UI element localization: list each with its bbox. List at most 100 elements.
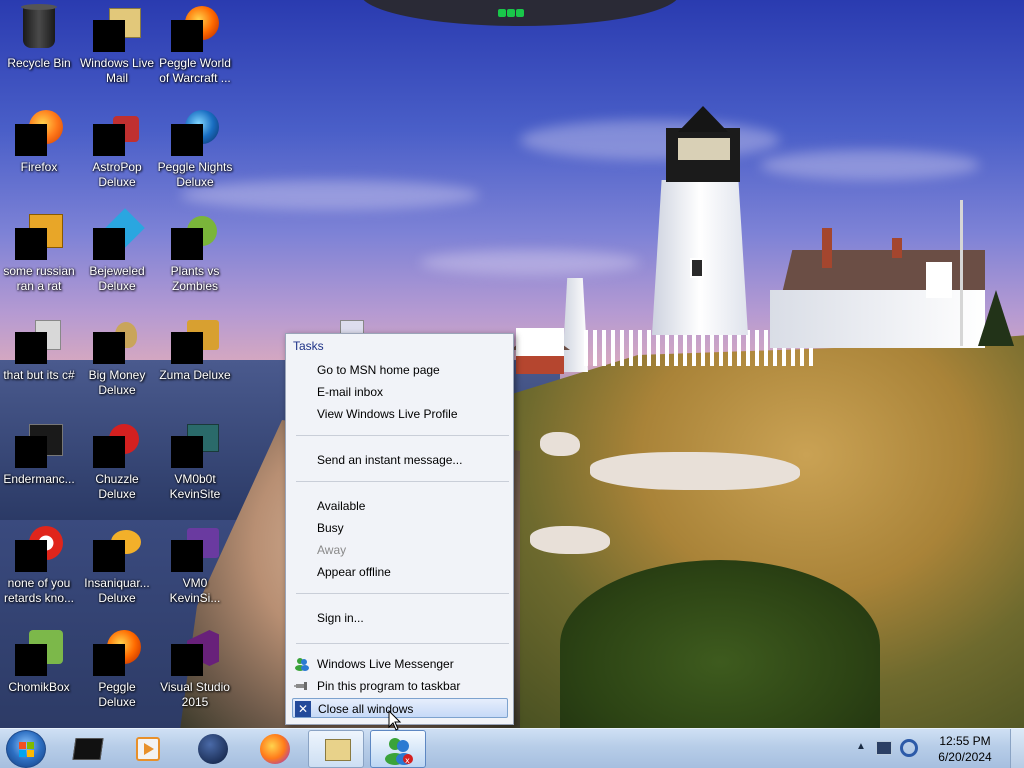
bejeweled-icon <box>93 208 145 260</box>
messenger-icon <box>294 656 310 672</box>
menu-item-email-inbox[interactable]: E-mail inbox <box>317 382 383 402</box>
mouse-cursor-icon <box>388 710 402 731</box>
icon-label: none of you retards kno... <box>3 576 75 605</box>
clock-date: 6/20/2024 <box>938 750 992 764</box>
menu-separator <box>296 643 509 644</box>
icon-label: Endermanc... <box>3 472 75 486</box>
start-button[interactable] <box>6 730 46 768</box>
menu-item-label: Windows Live Messenger <box>317 657 454 671</box>
desktop-icon-chuzzle-deluxe[interactable]: Chuzzle Deluxe <box>78 420 156 502</box>
menu-item-send-instant-message[interactable]: Send an instant message... <box>317 450 462 470</box>
app-icon <box>15 524 63 572</box>
menu-separator <box>296 435 509 436</box>
taskbar-button-cmd[interactable] <box>60 730 116 768</box>
app-icon <box>15 316 63 364</box>
clock-time: 12:55 PM <box>939 734 991 748</box>
icon-label: Windows Live Mail <box>79 56 155 85</box>
desktop-icon-zuma-deluxe[interactable]: Zuma Deluxe <box>156 316 234 383</box>
desktop-icon-astropop-deluxe[interactable]: AstroPop Deluxe <box>78 108 156 190</box>
menu-item-sign-in[interactable]: Sign in... <box>317 608 364 628</box>
chuzzle-icon <box>93 420 141 468</box>
desktop-icon-vm0b0t-kevinsite[interactable]: VM0b0t KevinSite <box>156 420 234 502</box>
menu-item-status-available[interactable]: Available <box>317 496 365 516</box>
svg-text:x: x <box>405 756 410 765</box>
globe-icon <box>196 734 228 764</box>
icon-label: Peggle World of Warcraft ... <box>159 56 231 85</box>
mail-icon <box>93 4 141 52</box>
visual-studio-icon <box>171 628 219 676</box>
icon-label: Plants vs Zombies <box>170 264 220 293</box>
icon-label: Recycle Bin <box>7 56 71 70</box>
desktop-icon-windows-live-mail[interactable]: Windows Live Mail <box>78 4 156 86</box>
icon-label: ChomikBox <box>8 680 70 694</box>
mail-icon <box>321 735 353 765</box>
desktop-icon-none-of-you-retards[interactable]: none of you retards kno... <box>0 524 78 606</box>
windows-live-messenger-jump-list: Tasks Go to MSN home page E-mail inbox V… <box>285 333 514 725</box>
desktop-icon-peggle-world-of-warcraft[interactable]: Peggle World of Warcraft ... <box>156 4 234 86</box>
icon-label: VM0b0t KevinSite <box>169 472 221 501</box>
menu-item-open-messenger[interactable]: Windows Live Messenger <box>292 654 508 674</box>
menu-item-go-to-msn[interactable]: Go to MSN home page <box>317 360 440 380</box>
icon-label: Chuzzle Deluxe <box>95 472 139 501</box>
tasks-header: Tasks <box>293 339 324 353</box>
icon-label: Insaniquar... Deluxe <box>84 576 150 605</box>
show-desktop-button[interactable] <box>1010 729 1024 768</box>
media-player-icon <box>132 734 164 764</box>
desktop-icon-recycle-bin[interactable]: Recycle Bin <box>0 4 78 71</box>
astropop-icon <box>93 108 141 156</box>
cmd-window-icon <box>72 734 104 764</box>
network-icon[interactable] <box>876 741 892 755</box>
taskbar-button-windows-live-messenger[interactable]: x <box>370 730 426 768</box>
desktop-icon-visual-studio-2015[interactable]: Visual Studio 2015 <box>156 628 234 710</box>
taskbar-button-firefox[interactable] <box>246 730 302 768</box>
menu-item-status-busy[interactable]: Busy <box>317 518 344 538</box>
app-icon <box>15 420 63 468</box>
icon-label: Peggle Nights Deluxe <box>157 160 233 189</box>
hidden-desktop-icon <box>340 320 364 334</box>
taskbar-button-globe-app[interactable] <box>184 730 240 768</box>
peggle-nights-icon <box>171 108 219 156</box>
icon-label: that but its c# <box>3 368 75 382</box>
windows-logo-icon <box>19 742 35 758</box>
menu-item-view-profile[interactable]: View Windows Live Profile <box>317 404 458 424</box>
icon-label: VM0 KevinSi... <box>169 576 221 605</box>
desktop-icon-peggle-deluxe[interactable]: Peggle Deluxe <box>78 628 156 710</box>
desktop-icon-some-russian-ran-a-rat[interactable]: some russian ran a rat <box>0 212 78 294</box>
pin-icon <box>294 678 310 694</box>
desktop-icon-insaniquarium-deluxe[interactable]: Insaniquar... Deluxe <box>78 524 156 606</box>
recycle-bin-icon <box>15 4 63 52</box>
messenger-icon: x <box>383 735 415 765</box>
desktop-icon-peggle-nights-deluxe[interactable]: Peggle Nights Deluxe <box>156 108 234 190</box>
menu-separator <box>296 593 509 594</box>
desktop-icon-chomikbox[interactable]: ChomikBox <box>0 628 78 695</box>
icon-label: Zuma Deluxe <box>159 368 231 382</box>
icon-label: Visual Studio 2015 <box>160 680 230 709</box>
taskbar-button-windows-live-mail[interactable] <box>308 730 364 768</box>
taskbar-button-media-player[interactable] <box>120 730 176 768</box>
menu-item-label: Pin this program to taskbar <box>317 679 461 693</box>
show-hidden-icons-chevron-icon[interactable]: ▲ <box>856 741 866 752</box>
desktop-icon-bejeweled-deluxe[interactable]: Bejeweled Deluxe <box>78 208 156 294</box>
desktop-icon-big-money-deluxe[interactable]: Big Money Deluxe <box>78 316 156 398</box>
big-money-icon <box>93 316 141 364</box>
icon-label: Firefox <box>20 160 58 174</box>
desktop-icon-vm0-kevinsi[interactable]: VM0 KevinSi... <box>156 524 234 606</box>
clock[interactable]: 12:55 PM 6/20/2024 <box>930 733 1000 765</box>
desktop-icon-endermanc[interactable]: Endermanc... <box>0 420 78 487</box>
menu-item-status-appear-offline[interactable]: Appear offline <box>317 562 391 582</box>
menu-item-pin-to-taskbar[interactable]: Pin this program to taskbar <box>292 676 508 696</box>
icon-label: Peggle Deluxe <box>98 680 136 709</box>
system-tray: ▲ 12:55 PM 6/20/2024 <box>854 729 1024 768</box>
icon-label: Bejeweled Deluxe <box>89 264 145 293</box>
taskbar: x ▲ 12:55 PM 6/20/2024 <box>0 728 1024 768</box>
icon-label: AstroPop Deluxe <box>92 160 142 189</box>
volume-icon[interactable] <box>900 739 918 757</box>
desktop-icon-that-but-its-csharp[interactable]: that but its c# <box>0 316 78 383</box>
menu-item-status-away[interactable]: Away <box>317 540 346 560</box>
icon-label: Big Money Deluxe <box>88 368 146 397</box>
desktop-icon-plants-vs-zombies[interactable]: Plants vs Zombies <box>156 212 234 294</box>
menu-separator <box>296 481 509 482</box>
desktop-icon-firefox[interactable]: Firefox <box>0 108 78 175</box>
chomikbox-icon <box>15 628 63 676</box>
insaniquarium-icon <box>93 524 141 572</box>
